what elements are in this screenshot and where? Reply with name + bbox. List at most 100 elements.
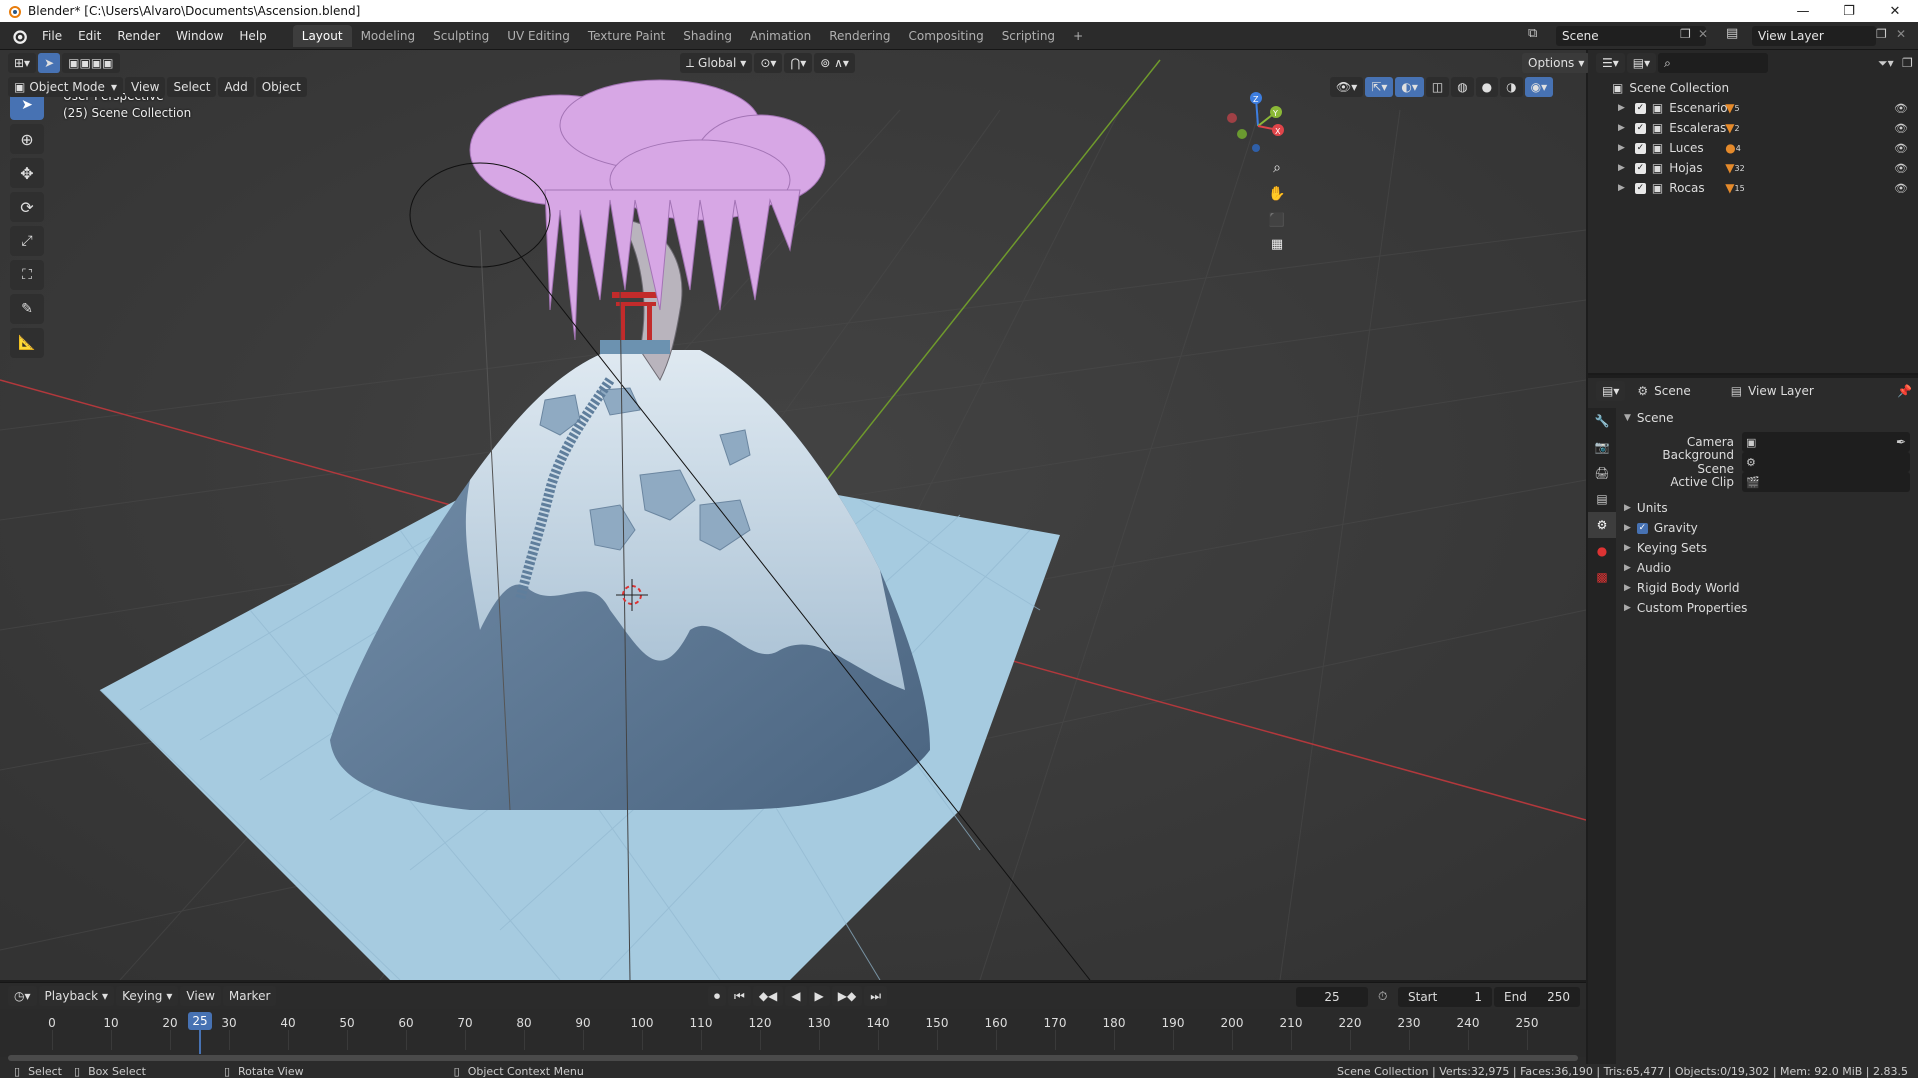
restore-button[interactable]: ❐	[1826, 0, 1872, 22]
outliner-item-luces[interactable]: ▶ ✓ ▣ Luces ● 4 👁	[1588, 138, 1918, 158]
playback-menu[interactable]: Playback ▾	[38, 986, 115, 1006]
view-layer-icon[interactable]: ▤	[1726, 26, 1738, 41]
outliner-item-escenario[interactable]: ▶ ✓ ▣ Escenario ▼ 5 👁	[1588, 98, 1918, 118]
visibility-eye-icon[interactable]: 👁	[1894, 102, 1908, 115]
view-layer-field[interactable]: View Layer	[1752, 26, 1876, 46]
editor-type-button[interactable]: ⊞▾	[8, 53, 37, 73]
add-workspace-button[interactable]: +	[1064, 25, 1092, 47]
tab-sculpting[interactable]: Sculpting	[424, 25, 498, 47]
next-keyframe-button[interactable]: ▶◆	[831, 986, 863, 1006]
scene-selector-icon[interactable]: ⧉	[1528, 26, 1537, 41]
rendered-shading-button[interactable]: ◉▾	[1524, 77, 1554, 97]
tab-layout[interactable]: Layout	[292, 24, 352, 47]
menu-help[interactable]: Help	[231, 25, 274, 47]
zoom-view-button[interactable]: ⌕	[1263, 154, 1291, 182]
play-reverse-button[interactable]: ◀	[785, 986, 807, 1006]
outliner-item-escaleras[interactable]: ▶ ✓ ▣ Escaleras ▼ 2 👁	[1588, 118, 1918, 138]
visibility-eye-icon[interactable]: 👁	[1894, 162, 1908, 175]
visibility-eye-icon[interactable]: 👁	[1894, 142, 1908, 155]
tab-rendering[interactable]: Rendering	[820, 25, 899, 47]
close-button[interactable]: ✕	[1872, 0, 1918, 22]
record-button[interactable]: ⏺	[708, 986, 727, 1006]
playhead-line[interactable]	[199, 1030, 201, 1054]
add-menu[interactable]: Add	[218, 77, 254, 97]
new-view-layer-icon[interactable]: ❐	[1876, 27, 1887, 41]
overlay-toggle[interactable]: ◐▾	[1395, 77, 1424, 97]
prev-keyframe-button[interactable]: ◆◀	[752, 986, 784, 1006]
outliner-root-row[interactable]: ▣ Scene Collection	[1588, 78, 1918, 98]
move-tool[interactable]: ✥	[10, 158, 44, 188]
new-collection-icon[interactable]: ❐	[1902, 56, 1913, 70]
gizmo-toggle[interactable]: ⇱▾	[1365, 77, 1394, 97]
transform-tool[interactable]: ⛶	[10, 260, 44, 290]
jump-start-button[interactable]: ⏮	[728, 986, 751, 1006]
custom-properties-panel[interactable]: ▶ Custom Properties	[1624, 598, 1910, 618]
expand-arrow-icon[interactable]: ▶	[1618, 163, 1625, 173]
ortho-toggle-button[interactable]: ▦	[1263, 230, 1291, 258]
marker-menu[interactable]: Marker	[222, 986, 277, 1006]
units-panel[interactable]: ▶ Units	[1624, 498, 1910, 518]
cursor-tool[interactable]: ⊕	[10, 124, 44, 154]
expand-arrow-icon[interactable]: ▶	[1618, 103, 1625, 113]
tool-tab[interactable]: 🔧	[1588, 408, 1616, 434]
transform-orientation-dropdown[interactable]: ⟂ Global ▾	[680, 53, 753, 73]
play-button[interactable]: ▶	[808, 986, 830, 1006]
gravity-panel[interactable]: ▶ ✓ Gravity	[1624, 518, 1910, 538]
exclude-checkbox[interactable]: ✓	[1634, 122, 1646, 134]
visibility-dropdown[interactable]: 👁▾	[1330, 77, 1364, 97]
menu-render[interactable]: Render	[109, 25, 168, 47]
object-menu[interactable]: Object	[255, 77, 307, 97]
wireframe-shading-button[interactable]: ◍	[1451, 77, 1474, 97]
minimize-button[interactable]: —	[1780, 0, 1826, 22]
filter-icon[interactable]: ⏷▾	[1878, 56, 1894, 71]
navigation-gizmo[interactable]: Z Y X	[1220, 90, 1300, 170]
select-menu[interactable]: Select	[167, 77, 217, 97]
tab-animation[interactable]: Animation	[741, 25, 820, 47]
gravity-checkbox[interactable]: ✓	[1636, 522, 1648, 534]
exclude-checkbox[interactable]: ✓	[1634, 162, 1646, 174]
active-clip-field[interactable]: 🎬	[1742, 472, 1910, 492]
tab-texture-paint[interactable]: Texture Paint	[579, 25, 674, 47]
outliner-item-rocas[interactable]: ▶ ✓ ▣ Rocas ▼ 15 👁	[1588, 178, 1918, 198]
tab-compositing[interactable]: Compositing	[899, 25, 992, 47]
tab-shading[interactable]: Shading	[674, 25, 741, 47]
expand-arrow-icon[interactable]: ▶	[1618, 123, 1625, 133]
jump-end-button[interactable]: ⏭	[864, 986, 888, 1006]
pan-view-button[interactable]: ✋	[1263, 180, 1291, 208]
start-frame-field[interactable]: Start 1	[1398, 987, 1492, 1007]
texture-tab[interactable]: ▩	[1588, 564, 1616, 590]
menu-edit[interactable]: Edit	[70, 25, 109, 47]
expand-arrow-icon[interactable]: ▶	[1618, 143, 1625, 153]
exclude-checkbox[interactable]: ✓	[1634, 142, 1646, 154]
select-mode-button[interactable]: ➤	[38, 53, 61, 73]
selection-mode-set-button[interactable]: ▣▣▣▣	[62, 53, 120, 73]
outliner-item-hojas[interactable]: ▶ ✓ ▣ Hojas ▼ 32 👁	[1588, 158, 1918, 178]
current-frame-field[interactable]: 25	[1296, 987, 1368, 1007]
exclude-checkbox[interactable]: ✓	[1634, 102, 1646, 114]
properties-editor-type[interactable]: ▤▾	[1596, 381, 1626, 401]
playhead-frame-badge[interactable]: 25	[188, 1012, 212, 1030]
timeline-view-menu[interactable]: View	[180, 986, 221, 1006]
3d-viewport[interactable]: User Perspective (25) Scene Collection Z…	[0, 50, 1586, 980]
end-frame-field[interactable]: End 250	[1494, 987, 1580, 1007]
background-scene-field[interactable]: ⚙	[1742, 452, 1910, 472]
material-shading-button[interactable]: ◑	[1500, 77, 1523, 97]
menu-file[interactable]: File	[34, 25, 70, 47]
eyedropper-icon[interactable]: ✒	[1896, 435, 1906, 449]
pivot-point-dropdown[interactable]: ⊙▾	[754, 53, 783, 73]
tab-uv-editing[interactable]: UV Editing	[498, 25, 579, 47]
tab-scripting[interactable]: Scripting	[993, 25, 1064, 47]
tab-modeling[interactable]: Modeling	[352, 25, 425, 47]
remove-view-layer-icon[interactable]: ✕	[1896, 27, 1906, 41]
camera-field[interactable]: ▣ ✒	[1742, 432, 1910, 452]
keying-menu[interactable]: Keying ▾	[116, 986, 179, 1006]
annotate-tool[interactable]: ✎	[10, 294, 44, 324]
solid-shading-button[interactable]: ●	[1475, 77, 1499, 97]
exclude-checkbox[interactable]: ✓	[1634, 182, 1646, 194]
scene-tab[interactable]: ⚙	[1588, 512, 1616, 538]
render-tab[interactable]: 📷	[1588, 434, 1616, 460]
scene-section-header[interactable]: ▼ Scene	[1624, 408, 1910, 428]
timeline-scrollbar[interactable]	[8, 1055, 1578, 1061]
pin-icon[interactable]: 📌	[1897, 384, 1912, 398]
keying-sets-panel[interactable]: ▶ Keying Sets	[1624, 538, 1910, 558]
